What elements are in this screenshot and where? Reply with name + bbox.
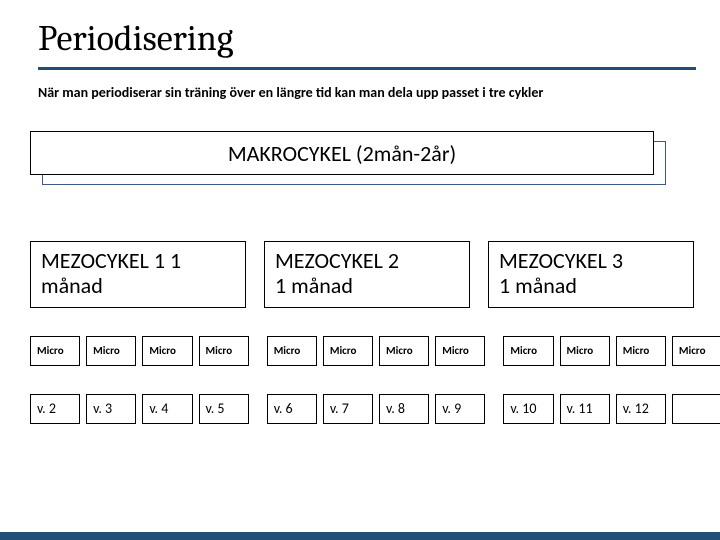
micro-header: Micro	[560, 336, 610, 366]
title-rule	[38, 67, 696, 70]
micro-header: Micro	[503, 336, 553, 366]
mezocykel-1-line1: MEZOCYKEL 1 1	[41, 248, 235, 273]
micro-week: v. 8	[379, 394, 429, 424]
micro-header: Micro	[86, 336, 136, 366]
mezocykel-2: MEZOCYKEL 2 1 månad	[264, 241, 470, 308]
micro-week: v. 6	[267, 394, 317, 424]
makrocykel-box: MAKROCYKEL (2mån-2år)	[30, 131, 654, 175]
mezocykel-row: MEZOCYKEL 1 1 månad MEZOCYKEL 2 1 månad …	[30, 241, 696, 308]
page-title: Periodisering	[38, 18, 696, 59]
micro-week: v. 3	[86, 394, 136, 424]
micro-header: Micro	[267, 336, 317, 366]
micro-week: v. 2	[30, 394, 80, 424]
mezocykel-3-line2: 1 månad	[499, 273, 683, 298]
mezocykel-1-line2: månad	[41, 273, 235, 298]
micro-header: Micro	[435, 336, 485, 366]
mezocykel-2-line2: 1 månad	[275, 273, 459, 298]
footer-rule	[0, 532, 720, 540]
micro-header: Micro	[142, 336, 192, 366]
micro-header: Micro	[199, 336, 249, 366]
micro-header: Micro	[379, 336, 429, 366]
makrocykel-block: MAKROCYKEL (2mån-2år)	[30, 131, 696, 181]
micro-week: v. 12	[616, 394, 666, 424]
mezocykel-2-line1: MEZOCYKEL 2	[275, 248, 459, 273]
makrocykel-label: MAKROCYKEL (2mån-2år)	[228, 140, 456, 167]
micro-header-row: Micro Micro Micro Micro Micro Micro Micr…	[30, 336, 720, 366]
micro-week: v. 10	[503, 394, 553, 424]
micro-week-row: v. 2 v. 3 v. 4 v. 5 v. 6 v. 7 v. 8 v. 9 …	[30, 394, 720, 424]
micro-header: Micro	[672, 336, 720, 366]
mezocykel-3: MEZOCYKEL 3 1 månad	[488, 241, 694, 308]
micro-week: v. 9	[435, 394, 485, 424]
mezocykel-3-line1: MEZOCYKEL 3	[499, 248, 683, 273]
micro-week: v. 11	[560, 394, 610, 424]
micro-week: v. 7	[323, 394, 373, 424]
mezocykel-1: MEZOCYKEL 1 1 månad	[30, 241, 246, 308]
micro-week	[672, 394, 720, 424]
micro-header: Micro	[323, 336, 373, 366]
micro-week: v. 4	[142, 394, 192, 424]
micro-week: v. 5	[199, 394, 249, 424]
subtitle: När man periodiserar sin träning över en…	[38, 84, 696, 101]
micro-header: Micro	[30, 336, 80, 366]
micro-header: Micro	[616, 336, 666, 366]
